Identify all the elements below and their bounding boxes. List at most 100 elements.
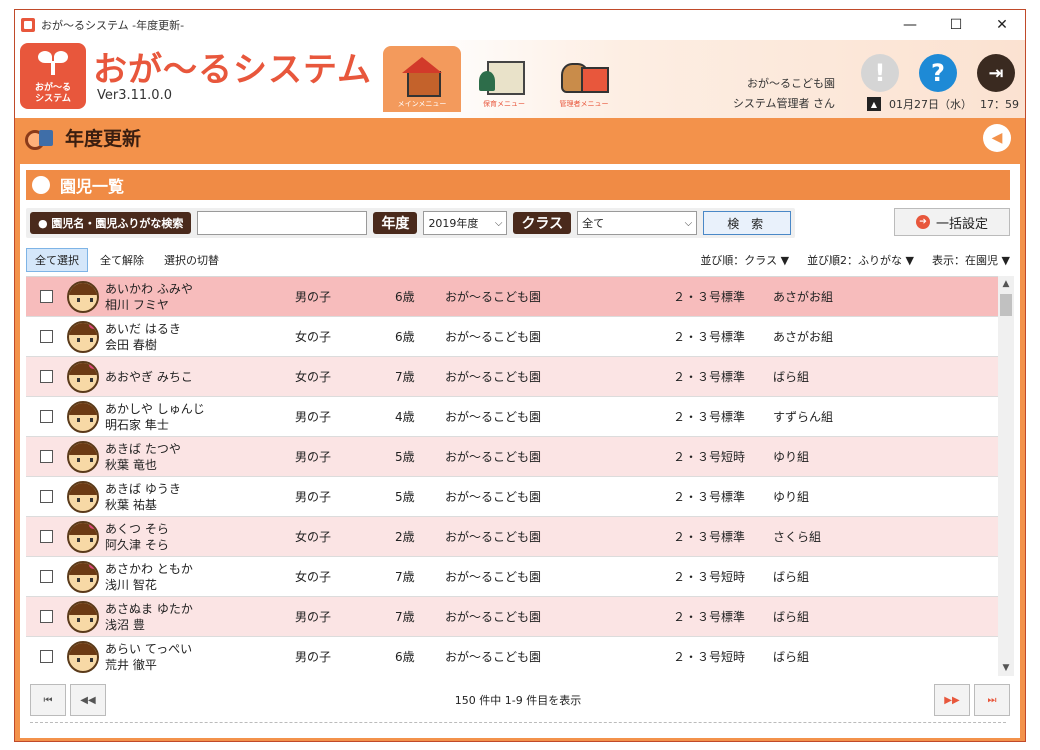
table-row[interactable]: あおやぎ みちこ 女の子 7歳 おが～るこども園 ２・３号標準 ばら組 (26, 357, 1010, 397)
row-checkbox[interactable] (40, 450, 53, 463)
child-kana: あさかわ ともか (105, 561, 193, 576)
table-row[interactable]: あらい てっぺい 荒井 徹平 男の子 6歳 おが～るこども園 ２・３号短時 ばら組 (26, 637, 1010, 676)
boy-avatar-icon (67, 440, 99, 473)
child-kana: あおやぎ みちこ (105, 369, 193, 384)
back-button[interactable]: ◀ (983, 124, 1011, 152)
child-class: あさがお組 (773, 330, 834, 344)
child-names: あくつ そら 阿久津 そら (105, 521, 295, 553)
collapse-button[interactable]: ▲ (867, 97, 881, 111)
row-checkbox[interactable] (40, 570, 53, 583)
child-names: あいだ はるき 会田 春樹 (105, 321, 295, 353)
child-org: おが～るこども園 (445, 450, 542, 464)
child-standard: ２・３号標準 (673, 410, 746, 424)
child-age: 7歳 (395, 570, 415, 584)
bulk-setting-button[interactable]: ➔ 一括設定 (894, 208, 1010, 236)
divider (30, 722, 1006, 723)
table-row[interactable]: あくつ そら 阿久津 そら 女の子 2歳 おが～るこども園 ２・３号標準 さくら組 (26, 517, 1010, 557)
next-page-button[interactable]: ▶▶ (934, 684, 970, 716)
table-row[interactable]: あきば ゆうき 秋葉 祐基 男の子 5歳 おが～るこども園 ２・３号標準 ゆり組 (26, 477, 1010, 517)
girl-avatar-icon (67, 360, 99, 393)
childcare-menu-button[interactable]: 保育メニュー (465, 46, 543, 112)
child-standard: ２・３号標準 (673, 490, 746, 504)
class-select[interactable]: 全て ⌵ (577, 211, 698, 235)
child-class: すずらん組 (773, 410, 834, 424)
scroll-down-icon[interactable]: ▼ (998, 660, 1014, 676)
exit-icon[interactable]: ⇥ (977, 54, 1015, 92)
first-page-button[interactable]: ⏮ (30, 684, 66, 716)
child-class: ばら組 (773, 610, 810, 624)
class-value: 全て (582, 217, 605, 230)
row-checkbox[interactable] (40, 650, 53, 663)
table-row[interactable]: あさかわ ともか 浅川 智花 女の子 7歳 おが～るこども園 ２・３号短時 ばら組 (26, 557, 1010, 597)
name-search-label: ● 園児名・園児ふりがな検索 (30, 212, 192, 234)
row-checkbox[interactable] (40, 330, 53, 343)
child-org: おが～るこども園 (445, 410, 542, 424)
childcare-menu-label: 保育メニュー (483, 100, 525, 108)
admin-menu-button[interactable]: 管理者メニュー (545, 46, 623, 112)
row-checkbox[interactable] (40, 490, 53, 503)
sort1-dropdown[interactable]: 並び順：クラス ▼ (700, 252, 789, 268)
logo-text: おが～る システム (34, 83, 71, 104)
main-menu-button[interactable]: メインメニュー (383, 46, 461, 112)
child-sex: 女の子 (295, 370, 332, 384)
board-icon (479, 57, 529, 95)
minimize-button[interactable]: — (887, 10, 933, 40)
last-page-button[interactable]: ⏭ (974, 684, 1010, 716)
maximize-button[interactable]: ☐ (933, 10, 979, 40)
table-row[interactable]: あきば たつや 秋葉 竜也 男の子 5歳 おが～るこども園 ２・３号短時 ゆり組 (26, 437, 1010, 477)
table-row[interactable]: あかしや しゅんじ 明石家 隼士 男の子 4歳 おが～るこども園 ２・３号標準 すずらん組 (26, 397, 1010, 437)
child-age: 6歳 (395, 290, 415, 304)
deselect-all-button[interactable]: 全て解除 (92, 248, 152, 272)
year-select[interactable]: 2019年度 ⌵ (423, 211, 508, 235)
list-title: 園児一覧 (60, 177, 125, 196)
key-icon (25, 126, 55, 150)
table-row[interactable]: あさぬま ゆたか 浅沼 豊男の子 7歳 おが～るこども園 ２・３号標準 ばら組 (26, 597, 1010, 637)
chevron-down-icon: ⌵ (684, 217, 693, 229)
scroll-up-icon[interactable]: ▲ (998, 276, 1014, 292)
list-header: 園児一覧 (26, 170, 1010, 200)
name-search-input[interactable] (197, 211, 368, 235)
row-checkbox[interactable] (40, 410, 53, 423)
row-checkbox[interactable] (40, 530, 53, 543)
row-checkbox[interactable] (40, 370, 53, 383)
table-row[interactable]: あいかわ ふみや 相川 フミヤ 男の子 6歳 おが～るこども園 ２・３号標準 あさがお組 (26, 277, 1010, 317)
child-standard: ２・３号短時 (673, 450, 746, 464)
version-label: Ver3.11.0.0 (97, 88, 172, 103)
child-org: おが～るこども園 (445, 570, 542, 584)
child-table: あいかわ ふみや 相川 フミヤ 男の子 6歳 おが～るこども園 ２・３号標準 あさがお組 あい… (26, 276, 1010, 676)
search-panel: ● 園児名・園児ふりがな検索 年度 2019年度 ⌵ クラス 全て ⌵ 検 索 (26, 208, 796, 238)
toggle-selection-button[interactable]: 選択の切替 (156, 248, 227, 272)
child-names: あきば たつや 秋葉 竜也 (105, 441, 295, 473)
warning-icon[interactable]: ! (861, 54, 899, 92)
child-sex: 男の子 (295, 290, 332, 304)
child-kanji: 荒井 徹平 (105, 657, 157, 672)
child-names: あおやぎ みちこ (105, 369, 295, 385)
close-button[interactable]: ✕ (979, 10, 1025, 40)
display-dropdown[interactable]: 表示：在園児 ▼ (932, 252, 1010, 268)
child-kana: あいかわ ふみや (105, 281, 193, 296)
row-checkbox[interactable] (40, 610, 53, 623)
child-standard: ２・３号標準 (673, 530, 746, 544)
sort2-dropdown[interactable]: 並び順2：ふりがな ▼ (807, 252, 914, 268)
child-names: あきば ゆうき 秋葉 祐基 (105, 481, 295, 513)
child-age: 7歳 (395, 370, 415, 384)
row-checkbox[interactable] (40, 290, 53, 303)
select-all-button[interactable]: 全て選択 (26, 248, 88, 272)
house-icon (397, 57, 447, 97)
time-label: 17：59 (980, 98, 1019, 111)
circle-icon (32, 176, 50, 194)
table-scrollbar[interactable]: ▲ ▼ (998, 276, 1014, 676)
child-class: ゆり組 (773, 490, 810, 504)
child-age: 5歳 (395, 450, 415, 464)
prev-page-button[interactable]: ◀◀ (70, 684, 106, 716)
child-age: 2歳 (395, 530, 415, 544)
boy-avatar-icon (67, 280, 99, 313)
child-class: あさがお組 (773, 290, 834, 304)
help-icon[interactable]: ? (919, 54, 957, 92)
child-kana: あかしや しゅんじ (105, 401, 205, 416)
table-row[interactable]: あいだ はるき 会田 春樹 女の子 6歳 おが～るこども園 ２・３号標準 あさがお組 (26, 317, 1010, 357)
child-names: あさぬま ゆたか 浅沼 豊 (105, 601, 295, 633)
scroll-thumb[interactable] (1000, 294, 1012, 316)
clock: ▲ 01月27日（水） 17：59 (867, 96, 1019, 112)
search-button[interactable]: 検 索 (703, 211, 792, 235)
